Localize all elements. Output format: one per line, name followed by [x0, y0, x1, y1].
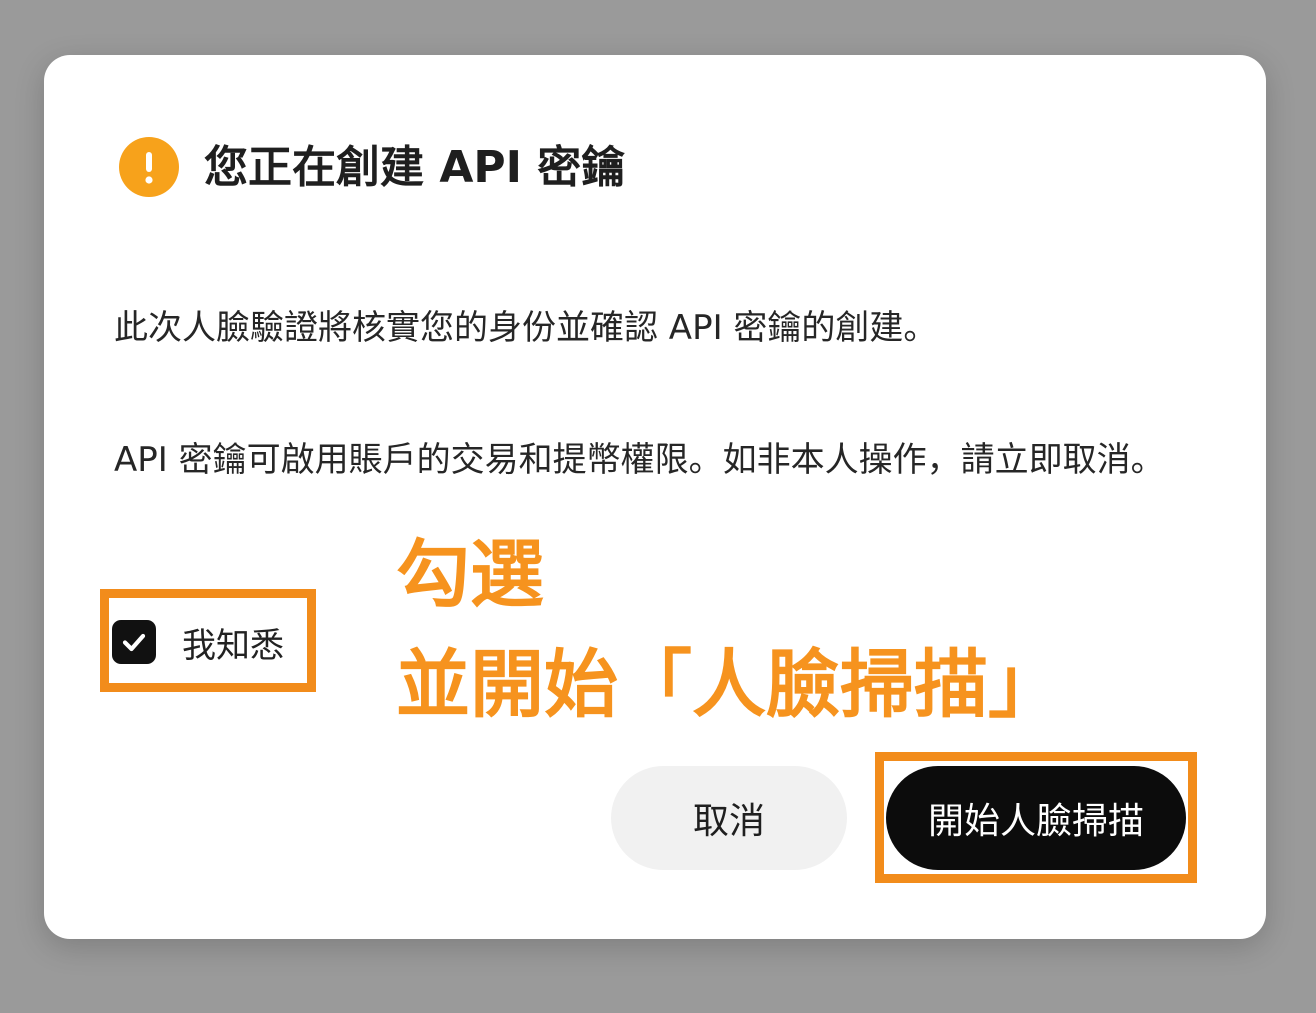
instruction-annotation: 勾選 並開始「人臉掃描」	[396, 520, 1062, 740]
cancel-button[interactable]: 取消	[611, 766, 847, 870]
checkmark-icon	[122, 633, 146, 652]
api-key-dialog: 您正在創建 API 密鑰 此次人臉驗證將核實您的身份並確認 API 密鑰的創建。…	[44, 55, 1266, 939]
dialog-title: 您正在創建 API 密鑰	[204, 142, 626, 193]
start-face-scan-button[interactable]: 開始人臉掃描	[886, 766, 1186, 870]
acknowledge-checkbox[interactable]	[112, 620, 156, 664]
instruction-line-1: 勾選	[396, 532, 544, 618]
acknowledge-label: 我知悉	[182, 625, 284, 666]
face-verification-description: 此次人臉驗證將核實您的身份並確認 API 密鑰的創建。	[114, 308, 938, 348]
api-permission-warning: API 密鑰可啟用賬戶的交易和提幣權限。如非本人操作，請立即取消。	[114, 440, 1165, 480]
instruction-line-2: 並開始「人臉掃描」	[396, 642, 1062, 728]
exclamation-circle-icon	[119, 137, 179, 197]
acknowledge-checkbox-row[interactable]: 我知悉	[112, 613, 284, 671]
